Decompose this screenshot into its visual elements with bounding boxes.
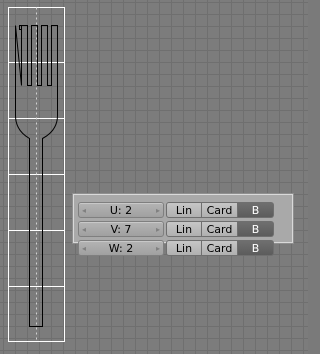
decrement-arrow-icon[interactable]: ◂ (82, 225, 86, 234)
lattice-cage-icon (8, 7, 65, 342)
lattice-resolution-panel: ◂ U: 2 ▸ Lin Card B ◂ V: 7 ▸ Lin Card B … (73, 194, 293, 256)
v-bspline-button[interactable]: B (238, 221, 274, 237)
increment-arrow-icon[interactable]: ▸ (156, 244, 160, 253)
w-resolution-field[interactable]: ◂ W: 2 ▸ (78, 240, 164, 256)
lattice-row-u: ◂ U: 2 ▸ Lin Card B (78, 202, 288, 220)
w-lin-button[interactable]: Lin (166, 240, 202, 256)
u-card-button[interactable]: Card (202, 202, 238, 218)
w-card-button[interactable]: Card (202, 240, 238, 256)
v-resolution-value: V: 7 (110, 222, 132, 236)
v-lin-button[interactable]: Lin (166, 221, 202, 237)
fork-mesh-icon (15, 25, 58, 327)
decrement-arrow-icon[interactable]: ◂ (82, 244, 86, 253)
u-lin-button[interactable]: Lin (166, 202, 202, 218)
u-resolution-value: U: 2 (109, 203, 133, 217)
decrement-arrow-icon[interactable]: ◂ (82, 206, 86, 215)
lattice-row-v: ◂ V: 7 ▸ Lin Card B (78, 221, 288, 239)
increment-arrow-icon[interactable]: ▸ (156, 206, 160, 215)
viewport-canvas (8, 7, 65, 342)
w-resolution-value: W: 2 (108, 241, 134, 255)
u-resolution-field[interactable]: ◂ U: 2 ▸ (78, 202, 164, 218)
v-card-button[interactable]: Card (202, 221, 238, 237)
increment-arrow-icon[interactable]: ▸ (156, 225, 160, 234)
v-resolution-field[interactable]: ◂ V: 7 ▸ (78, 221, 164, 237)
3d-viewport[interactable] (0, 0, 308, 354)
w-bspline-button[interactable]: B (238, 240, 274, 256)
u-bspline-button[interactable]: B (238, 202, 274, 218)
lattice-row-w: ◂ W: 2 ▸ Lin Card B (78, 240, 288, 258)
